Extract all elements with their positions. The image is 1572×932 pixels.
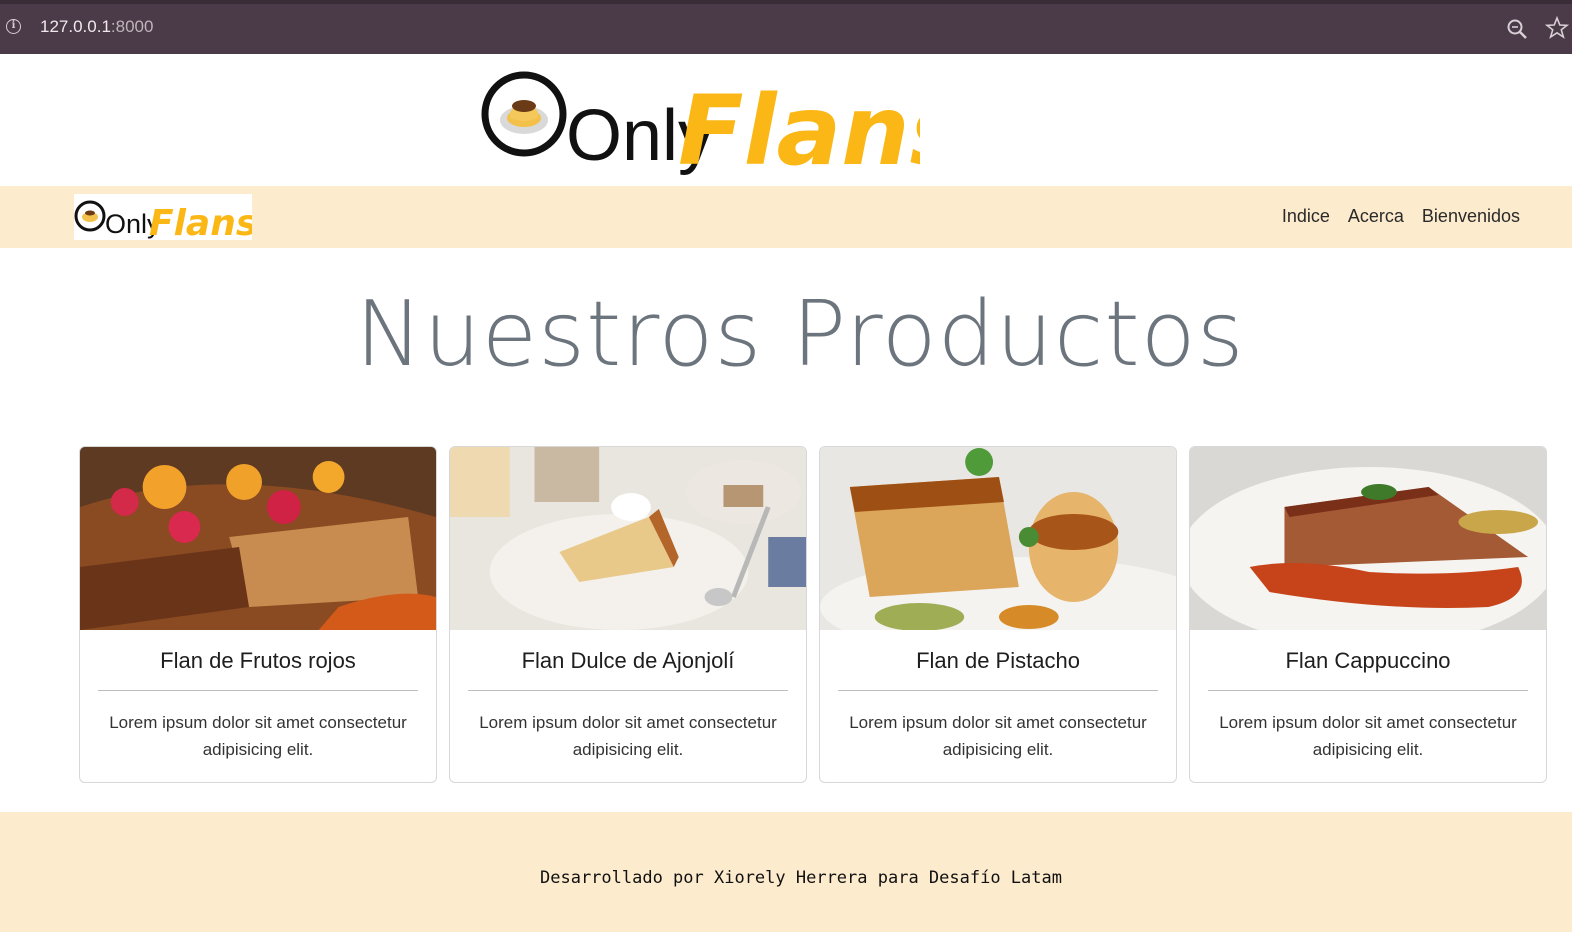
flan-cappuccino-image — [1190, 447, 1546, 630]
card-title: Flan Dulce de Ajonjolí — [521, 648, 735, 673]
address-bar[interactable]: 127.0.0.1:8000 — [40, 17, 153, 37]
browser-toolbar: i 127.0.0.1:8000 — [0, 0, 1572, 54]
zoom-icon[interactable] — [1506, 18, 1528, 40]
card-text: Lorem ipsum dolor sit amet consectetur a… — [849, 713, 1147, 759]
product-card[interactable]: Flan Cappuccino Lorem ipsum dolor sit am… — [1189, 446, 1547, 783]
card-divider — [98, 690, 418, 691]
flan-dulce-ajonjoli-image — [450, 447, 806, 630]
card-text: Lorem ipsum dolor sit amet consectetur a… — [479, 713, 777, 759]
brand-logo-large-flans: Flans — [678, 75, 920, 180]
info-icon[interactable]: i — [6, 19, 21, 34]
card-text: Lorem ipsum dolor sit amet consectetur a… — [1219, 713, 1517, 759]
card-title: Flan Cappuccino — [1285, 648, 1451, 673]
card-divider — [838, 690, 1158, 691]
nav-link-acerca[interactable]: Acerca — [1348, 206, 1404, 227]
flan-pistacho-image — [820, 447, 1176, 630]
card-title: Flan de Pistacho — [916, 648, 1080, 673]
star-icon[interactable] — [1545, 16, 1569, 40]
page-title: Nuestros Productos — [355, 282, 1245, 387]
url-port: :8000 — [110, 17, 154, 36]
card-divider — [1208, 690, 1528, 691]
brand-logo-small-flans: Flans — [149, 203, 252, 240]
url-host: 127.0.0.1 — [40, 17, 111, 36]
nav-link-indice[interactable]: Indice — [1282, 206, 1330, 227]
footer-text: Desarrollado por Xiorely Herrera para De… — [540, 868, 1062, 888]
brand-logo-large: Only Flans — [481, 71, 920, 180]
footer: Desarrollado por Xiorely Herrera para De… — [0, 812, 1572, 932]
nav-links: Indice Acerca Bienvenidos — [1282, 206, 1520, 227]
navbar: Only Flans Indice Acerca Bienvenidos — [0, 186, 1572, 248]
flan-frutos-rojos-image — [80, 447, 436, 630]
brand-logo-small[interactable]: Only Flans — [74, 194, 252, 240]
nav-link-bienvenidos[interactable]: Bienvenidos — [1422, 206, 1520, 227]
card-text: Lorem ipsum dolor sit amet consectetur a… — [109, 713, 407, 759]
card-divider — [468, 690, 788, 691]
product-card[interactable]: Flan de Pistacho Lorem ipsum dolor sit a… — [819, 446, 1177, 783]
card-title: Flan de Frutos rojos — [160, 648, 356, 673]
product-card[interactable]: Flan Dulce de Ajonjolí Lorem ipsum dolor… — [449, 446, 807, 783]
product-card[interactable]: Flan de Frutos rojos Lorem ipsum dolor s… — [79, 446, 437, 783]
